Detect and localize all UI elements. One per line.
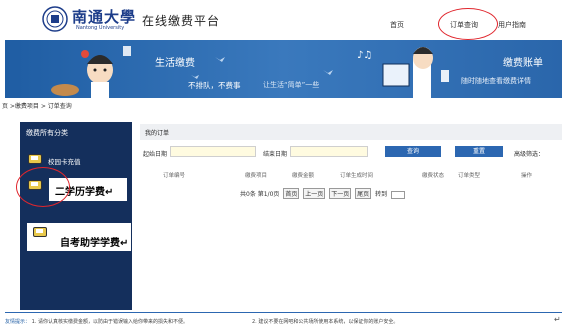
platform-title: 在线缴费平台 [142,14,221,28]
goto-page-input[interactable] [391,190,405,199]
cartoon-person-right-icon: ♪♫ [357,47,449,98]
end-date-label: 结束日期 [263,151,288,158]
nav-home-link[interactable]: 首页 [390,20,404,30]
footer-divider [5,312,562,313]
bird-icon [323,70,333,75]
footer-tips: 友情提示： 1. 请你认真核实缴费金额，以防由于错误输入给你带来的损失和不便。 … [5,318,398,325]
column-header-status: 缴费状态 [422,173,445,179]
svg-text:♪♫: ♪♫ [357,50,372,61]
sidebar-heading: 缴费所有分类 [26,129,68,137]
cartoon-person-left-icon [51,46,131,98]
column-header-order-no: 订单编号 [163,173,186,179]
bird-icon [191,75,199,79]
sidebar-item-campus-card[interactable]: 校园卡充值 [48,156,81,166]
bird-icon [215,57,225,62]
annotation-circle-orders [438,8,498,40]
column-header-item: 缴费项目 [245,173,268,179]
university-logo-icon [42,6,68,32]
breadcrumb: 页 >缴费项目 > 订单查询 [2,103,72,110]
annotation-circle-sidebar [16,167,70,207]
section-title-my-orders: 我的订单 [140,124,562,140]
promo-banner: ♪♫ 生活缴费 不排队，不费事 让生活“简单”一些 缴费账单 随时随地查看缴费详… [5,40,562,98]
category-sidebar: 缴费所有分类 校园卡充值 [20,122,132,310]
next-page-button[interactable]: 下一页 [329,188,352,199]
column-header-amount: 缴费金额 [292,173,315,179]
advanced-filter-link[interactable]: 高级筛选： [514,149,544,158]
banner-slogan-no-queue: 不排队，不费事 [188,81,241,90]
return-mark: ↵ [554,315,561,324]
sidebar-item-self-study-tuition[interactable]: 自考助学学费↵ [27,223,131,251]
university-name-en: Nantong University [76,25,125,31]
card-icon [33,227,47,237]
last-page-button[interactable]: 尾页 [355,188,372,199]
prev-page-button[interactable]: 上一页 [303,188,326,199]
start-date-input[interactable] [170,146,256,157]
card-icon [28,154,42,164]
reset-button[interactable]: 重置 [455,146,503,157]
pagination-summary: 共0条 第1/0页 [240,191,280,198]
start-date-label: 起始日期 [143,151,168,158]
pagination: 共0条 第1/0页 首页 上一页 下一页 尾页 转到 [240,188,405,199]
tips-text-2: 2. 建议不要在网吧和公共场所使用本系统，以保证你的账户安全。 [252,319,399,325]
end-date-input[interactable] [290,146,368,157]
university-name: 南通大學 [72,8,137,26]
banner-bill-title: 缴费账单 [503,58,543,69]
query-button[interactable]: 查询 [385,146,441,157]
sidebar-item-label: 自考助学学费↵ [60,238,129,249]
first-page-button[interactable]: 首页 [283,188,300,199]
column-header-actions: 操作 [521,173,533,179]
column-header-type: 订单类型 [458,173,481,179]
tips-text-1: 1. 请你认真核实缴费金额，以防由于错误输入给你带来的损失和不便。 [31,319,188,325]
banner-bill-slogan: 随时随地查看缴费详情 [461,77,531,85]
column-header-created-time: 订单生成时间 [340,173,374,179]
goto-label: 转到 [375,191,388,198]
tips-label: 友情提示： [5,319,31,325]
nav-user-guide-link[interactable]: 用户指南 [498,20,526,30]
top-header: 南通大學 Nantong University 在线缴费平台 首页 订单查询 用… [0,0,569,40]
banner-slogan-simple: 让生活“简单”一些 [263,81,320,89]
banner-life-payment-title: 生活缴费 [155,58,195,69]
